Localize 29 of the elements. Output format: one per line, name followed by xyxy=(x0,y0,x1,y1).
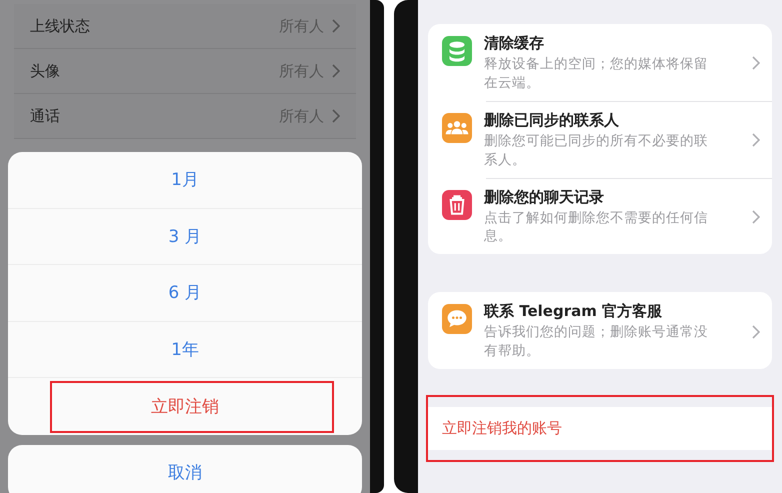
chevron-icon xyxy=(752,56,760,70)
row-title: 联系 Telegram 官方客服 xyxy=(484,302,664,322)
sheet-option[interactable]: 3 月 xyxy=(8,208,362,265)
row-title: 删除已同步的联系人 xyxy=(484,110,620,130)
chevron-icon xyxy=(332,64,340,78)
chevron-icon xyxy=(752,133,760,148)
cancel-button[interactable]: 取消 xyxy=(8,444,362,493)
row-label: 头像 xyxy=(30,62,61,80)
row-title: 删除您的聊天记录 xyxy=(484,188,605,207)
chevron-icon xyxy=(332,109,340,123)
sheet-option[interactable]: 1月 xyxy=(8,152,362,208)
row-description: 释放设备上的空间；您的媒体将保留在云端。 xyxy=(484,55,709,93)
chevron-icon xyxy=(752,210,760,224)
settings-row[interactable]: 清除缓存 释放设备上的空间；您的媒体将保留在云端。 xyxy=(428,24,772,101)
settings-row[interactable]: 删除您的聊天记录 点击了解如何删除您不需要的任何信息。 xyxy=(428,178,772,254)
row-description: 告诉我们您的问题；删除账号通常没有帮助。 xyxy=(484,323,709,362)
sheet-option[interactable]: 1年 xyxy=(8,322,362,378)
row-title: 清除缓存 xyxy=(484,34,545,53)
sheet-option[interactable]: 立即注销 xyxy=(8,378,362,434)
row-description: 删除您可能已同步的所有不必要的联系人。 xyxy=(484,132,709,170)
row-description: 点击了解如何删除您不需要的任何信息。 xyxy=(484,208,709,246)
settings-row[interactable]: 删除已同步的联系人 删除您可能已同步的所有不必要的联系人。 xyxy=(428,100,772,178)
delete-account-button[interactable]: 立即注销我的账号 xyxy=(428,407,772,450)
chevron-icon xyxy=(332,19,340,33)
row-label: 上线状态 xyxy=(30,16,91,36)
settings-row[interactable]: 联系 Telegram 官方客服 告诉我们您的问题；删除账号通常没有帮助。 xyxy=(428,292,772,370)
sheet-option[interactable]: 6 月 xyxy=(8,265,362,322)
row-label: 通话 xyxy=(30,106,61,126)
chevron-icon xyxy=(752,324,760,339)
